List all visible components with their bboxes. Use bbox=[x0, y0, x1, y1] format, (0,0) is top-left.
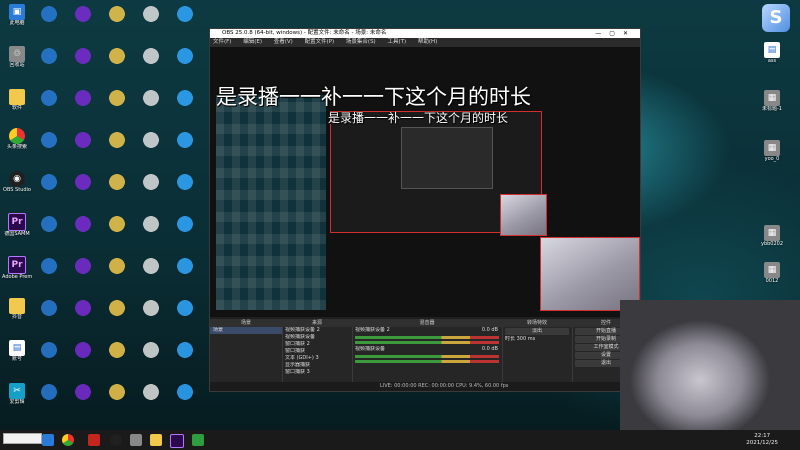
scenes-title: 场景 bbox=[210, 319, 282, 327]
app-icon[interactable] bbox=[192, 434, 204, 446]
preview-webcam-small bbox=[500, 194, 547, 236]
transitions-panel: 转场特效 淡出 时长 300 ms bbox=[502, 319, 573, 391]
chrome-icon[interactable] bbox=[62, 434, 74, 446]
desktop-icon-untitled[interactable]: ▦ 未标题-1 bbox=[757, 90, 787, 112]
mixer-channel-name: 视频捕获设备 0.0 dB bbox=[355, 346, 498, 352]
desktop-icon-douyin[interactable]: 抖音 bbox=[2, 298, 32, 320]
obs-title: OBS 25.0.8 (64-bit, windows) - 配置文件: 未命名… bbox=[222, 30, 387, 36]
volume-meter bbox=[355, 355, 499, 358]
obs-preview[interactable]: 是录播一一补一一下这个月的时长 是录播一一补一一下这个月的时长 bbox=[210, 47, 640, 317]
desktop-icon-samm[interactable]: Pr 德国SAMM bbox=[2, 213, 32, 237]
image-icon: ▦ bbox=[764, 140, 780, 156]
source-item[interactable]: 视频捕获设备 2 bbox=[282, 327, 352, 334]
transition-select[interactable]: 淡出 bbox=[505, 328, 569, 335]
obs-window[interactable]: OBS 25.0.8 (64-bit, windows) - 配置文件: 未命名… bbox=[209, 28, 641, 392]
sources-panel: 来源 视频捕获设备 2 视频捕获设备 窗口捕获 2 窗口捕获 文本 (GDI+)… bbox=[282, 319, 353, 391]
preview-overlay-text: 是录播一一补一一下这个月的时长 bbox=[216, 85, 531, 109]
menu-tools[interactable]: 工具(T) bbox=[387, 39, 406, 45]
source-item[interactable]: 视频捕获设备 bbox=[282, 334, 352, 341]
taskbar: 22:17 2021/12/25 bbox=[0, 430, 800, 450]
volume-meter bbox=[355, 336, 499, 339]
taskbar-search[interactable] bbox=[3, 433, 42, 444]
menu-edit[interactable]: 编辑(E) bbox=[243, 39, 262, 45]
menu-help[interactable]: 帮助(H) bbox=[418, 39, 437, 45]
image-icon: ▦ bbox=[764, 225, 780, 241]
desktop-icon-recycle-bin[interactable]: ♲ 回收站 bbox=[2, 46, 32, 68]
scene-item[interactable]: 场景 bbox=[210, 327, 282, 334]
obs-titlebar[interactable]: OBS 25.0.8 (64-bit, windows) - 配置文件: 未命名… bbox=[210, 29, 640, 38]
desktop-icon-grid bbox=[34, 4, 210, 424]
desktop-icon-obs[interactable]: ◉ OBS Studio bbox=[2, 171, 32, 193]
image-icon: ▦ bbox=[764, 262, 780, 278]
recycle-bin-icon: ♲ bbox=[9, 46, 25, 62]
premiere-icon[interactable] bbox=[170, 434, 184, 448]
volume-slider[interactable] bbox=[355, 360, 499, 363]
desktop-icon-pattern bbox=[34, 4, 210, 424]
menu-file[interactable]: 文件(F) bbox=[213, 39, 231, 45]
premiere-icon: Pr bbox=[8, 213, 26, 231]
transition-duration[interactable]: 时长 300 ms bbox=[502, 336, 572, 343]
preview-overlay-text-nested: 是录播一一补一一下这个月的时长 bbox=[328, 111, 509, 125]
computer-icon: ▣ bbox=[9, 4, 25, 20]
menu-scene-collection[interactable]: 场景集合(S) bbox=[346, 39, 376, 45]
webcam-overlay bbox=[620, 300, 800, 430]
desktop-icon-ybb[interactable]: ▦ ybb0202 bbox=[757, 225, 787, 247]
source-item[interactable]: 显示器捕获 bbox=[282, 362, 352, 369]
obs-menubar: 文件(F) 编辑(E) 查看(V) 配置文件(P) 场景集合(S) 工具(T) … bbox=[210, 38, 640, 47]
mixer-channel-name: 视频捕获设备 2 0.0 dB bbox=[355, 327, 498, 333]
premiere-icon: Pr bbox=[8, 256, 26, 274]
desktop-icon-yoo[interactable]: ▦ yoo_0 bbox=[757, 140, 787, 162]
taskview-icon[interactable] bbox=[42, 434, 54, 446]
document-icon: ▤ bbox=[9, 340, 25, 356]
app-icon: ✂ bbox=[9, 383, 25, 399]
desktop-icon-premiere[interactable]: Pr Adobe Premiere bbox=[2, 256, 32, 280]
preview-desktop-capture bbox=[216, 95, 326, 310]
desktop-icon-ass[interactable]: ▤ ass bbox=[757, 42, 787, 64]
source-item[interactable]: 窗口捕获 3 bbox=[282, 369, 352, 376]
obs-icon[interactable] bbox=[110, 434, 122, 446]
source-item[interactable]: 文本 (GDI+) 3 bbox=[282, 355, 352, 362]
sources-title: 来源 bbox=[282, 319, 352, 327]
obs-icon: ◉ bbox=[9, 171, 25, 187]
app-icon[interactable] bbox=[130, 434, 142, 446]
desktop-icon-software[interactable]: 软件 bbox=[2, 89, 32, 111]
source-item[interactable]: 窗口捕获 2 bbox=[282, 341, 352, 348]
menu-profile[interactable]: 配置文件(P) bbox=[305, 39, 335, 45]
folder-icon bbox=[9, 89, 25, 105]
desktop-icon-account[interactable]: ▤ 账号 bbox=[2, 340, 32, 362]
browser-icon bbox=[9, 128, 25, 144]
desktop-icon-toutiao[interactable]: 头条搜索 bbox=[2, 128, 32, 150]
menu-view[interactable]: 查看(V) bbox=[274, 39, 293, 45]
obs-docks: 场景 场景 来源 视频捕获设备 2 视频捕获设备 窗口捕获 2 窗口捕获 文本 … bbox=[210, 319, 640, 391]
scenes-panel: 场景 场景 bbox=[210, 319, 283, 391]
app-icon[interactable] bbox=[88, 434, 100, 446]
clock-date: 2021/12/25 bbox=[746, 440, 778, 446]
mixer-title: 混音器 bbox=[352, 319, 502, 327]
folder-icon[interactable] bbox=[150, 434, 162, 446]
document-icon: ▤ bbox=[764, 42, 780, 58]
desktop-icon-computer[interactable]: ▣ 此电脑 bbox=[2, 4, 32, 26]
folder-icon bbox=[9, 298, 25, 314]
status-bar: LIVE: 00:00:00 REC: 00:00:00 CPU: 9.4%, … bbox=[210, 382, 640, 391]
taskbar-clock[interactable]: 22:17 2021/12/25 bbox=[746, 433, 778, 447]
app-logo[interactable]: S bbox=[762, 4, 790, 32]
window-controls[interactable]: —▢✕ bbox=[595, 29, 636, 38]
source-item[interactable]: 窗口捕获 bbox=[282, 348, 352, 355]
desktop-icon-0012[interactable]: ▦ 0012 bbox=[757, 262, 787, 284]
mixer-panel: 混音器 视频捕获设备 2 0.0 dB 视频捕获设备 0.0 dB bbox=[352, 319, 503, 391]
desktop-icon-editor[interactable]: ✂ 爱剪辑 bbox=[2, 383, 32, 405]
image-icon: ▦ bbox=[764, 90, 780, 106]
clock-time: 22:17 bbox=[754, 433, 771, 439]
volume-slider[interactable] bbox=[355, 341, 499, 344]
transitions-title: 转场特效 bbox=[502, 319, 572, 327]
